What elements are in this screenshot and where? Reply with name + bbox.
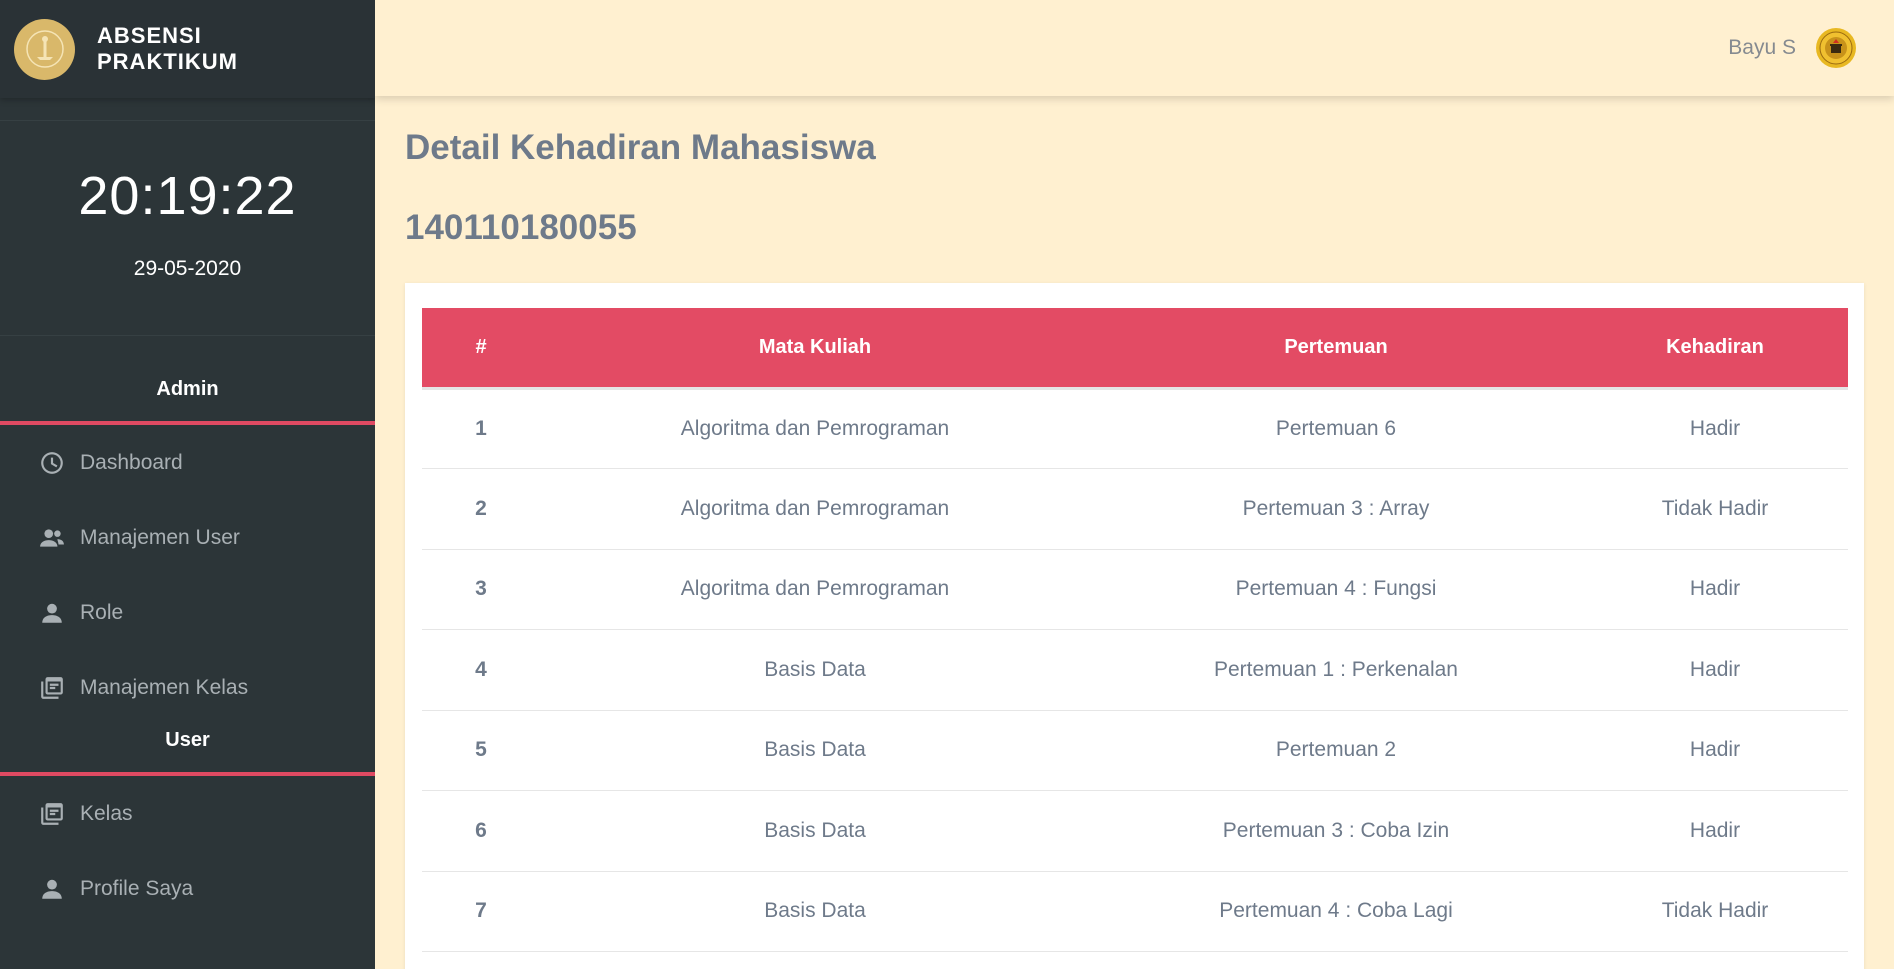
cell-mata-kuliah: Algoritma dan Pemrograman [680, 496, 950, 520]
row-number: 3 [475, 577, 487, 601]
sidebar-item-dashboard[interactable]: Dashboard [0, 425, 375, 500]
university-logo-icon[interactable] [1816, 28, 1856, 68]
person-icon [38, 875, 66, 903]
university-logo-icon [14, 18, 75, 80]
attendance-table: # Mata Kuliah Pertemuan Kehadiran 1 Algo… [422, 308, 1848, 952]
sidebar-item-role[interactable]: Role [0, 575, 375, 650]
sidebar-item-profile-saya[interactable]: Profile Saya [0, 851, 375, 926]
column-header-pertemuan: Pertemuan [1284, 335, 1388, 358]
class-icon [38, 800, 66, 828]
cell-mata-kuliah: Basis Data [764, 899, 866, 923]
cell-kehadiran: Hadir [1689, 577, 1741, 601]
sidebar-item-kelas[interactable]: Kelas [0, 776, 375, 851]
table-row: 7 Basis Data Pertemuan 4 : Coba Lagi Tid… [422, 871, 1848, 952]
brand-title-line2: PRAKTIKUM [97, 49, 238, 74]
cell-kehadiran: Hadir [1689, 657, 1741, 681]
brand[interactable]: ABSENSI PRAKTIKUM [0, 0, 375, 98]
row-number: 5 [475, 738, 487, 762]
row-number: 6 [475, 818, 487, 842]
cell-pertemuan: Pertemuan 3 : Coba Izin [1222, 818, 1450, 842]
page-title: Detail Kehadiran Mahasiswa [405, 128, 876, 167]
row-number: 1 [475, 416, 487, 440]
brand-title: ABSENSI PRAKTIKUM [97, 23, 238, 75]
table-row: 6 Basis Data Pertemuan 3 : Coba Izin Had… [422, 791, 1848, 871]
cell-pertemuan: Pertemuan 1 : Perkenalan [1214, 657, 1458, 681]
cell-pertemuan: Pertemuan 2 [1275, 738, 1397, 762]
clock-time: 20:19:22 [78, 166, 297, 226]
sidebar-item-label: Manajemen Kelas [80, 675, 249, 699]
column-header-number: # [475, 335, 487, 358]
table-header-row: # Mata Kuliah Pertemuan Kehadiran [422, 308, 1848, 388]
brand-title-line1: ABSENSI [97, 23, 202, 48]
cell-mata-kuliah: Basis Data [764, 738, 866, 762]
column-header-kehadiran: Kehadiran [1666, 335, 1764, 358]
table-row: 1 Algoritma dan Pemrograman Pertemuan 6 … [422, 388, 1848, 469]
sidebar-heading-admin: Admin [156, 378, 219, 400]
cell-pertemuan: Pertemuan 6 [1275, 416, 1397, 440]
sidebar-item-manajemen-kelas[interactable]: Manajemen Kelas [0, 650, 375, 725]
cell-pertemuan: Pertemuan 4 : Fungsi [1235, 577, 1437, 601]
row-number: 7 [475, 899, 487, 923]
cell-mata-kuliah: Basis Data [764, 818, 866, 842]
cell-mata-kuliah: Algoritma dan Pemrograman [680, 416, 950, 440]
cell-kehadiran: Hadir [1689, 818, 1741, 842]
cell-kehadiran: Tidak Hadir [1661, 496, 1769, 520]
topbar: Bayu S [375, 0, 1894, 96]
cell-pertemuan: Pertemuan 3 : Array [1242, 496, 1430, 520]
student-id: 140110180055 [405, 208, 637, 247]
table-row: 5 Basis Data Pertemuan 2 Hadir [422, 710, 1848, 791]
cell-mata-kuliah: Basis Data [764, 657, 866, 681]
main-content: Detail Kehadiran Mahasiswa 140110180055 … [375, 96, 1894, 969]
user-name[interactable]: Bayu S [1728, 36, 1796, 60]
sidebar-item-manajemen-user[interactable]: Manajemen User [0, 500, 375, 575]
cell-kehadiran: Hadir [1689, 738, 1741, 762]
table-row: 4 Basis Data Pertemuan 1 : Perkenalan Ha… [422, 630, 1848, 710]
attendance-card: # Mata Kuliah Pertemuan Kehadiran 1 Algo… [405, 283, 1864, 969]
clock-date: 29-05-2020 [133, 257, 242, 280]
cell-pertemuan: Pertemuan 4 : Coba Lagi [1219, 899, 1453, 923]
dashboard-icon [38, 449, 66, 477]
row-number: 2 [475, 496, 487, 520]
cell-mata-kuliah: Algoritma dan Pemrograman [680, 577, 950, 601]
column-header-mata-kuliah: Mata Kuliah [758, 335, 872, 358]
sidebar-item-label: Role [80, 600, 124, 624]
sidebar: ABSENSI PRAKTIKUM 20:19:22 29-05-2020 Ad… [0, 0, 375, 969]
sidebar-item-label: Kelas [80, 801, 133, 825]
sidebar-item-label: Dashboard [80, 450, 183, 474]
cell-kehadiran: Hadir [1689, 416, 1741, 440]
class-icon [38, 674, 66, 702]
row-number: 4 [475, 657, 487, 681]
table-row: 2 Algoritma dan Pemrograman Pertemuan 3 … [422, 469, 1848, 549]
divider [0, 120, 375, 121]
sidebar-item-label: Profile Saya [80, 876, 194, 900]
sidebar-item-label: Manajemen User [80, 525, 240, 549]
sidebar-heading-user: User [165, 729, 210, 751]
person-icon [38, 599, 66, 627]
users-icon [38, 524, 66, 552]
cell-kehadiran: Tidak Hadir [1661, 899, 1769, 923]
table-row: 3 Algoritma dan Pemrograman Pertemuan 4 … [422, 549, 1848, 630]
